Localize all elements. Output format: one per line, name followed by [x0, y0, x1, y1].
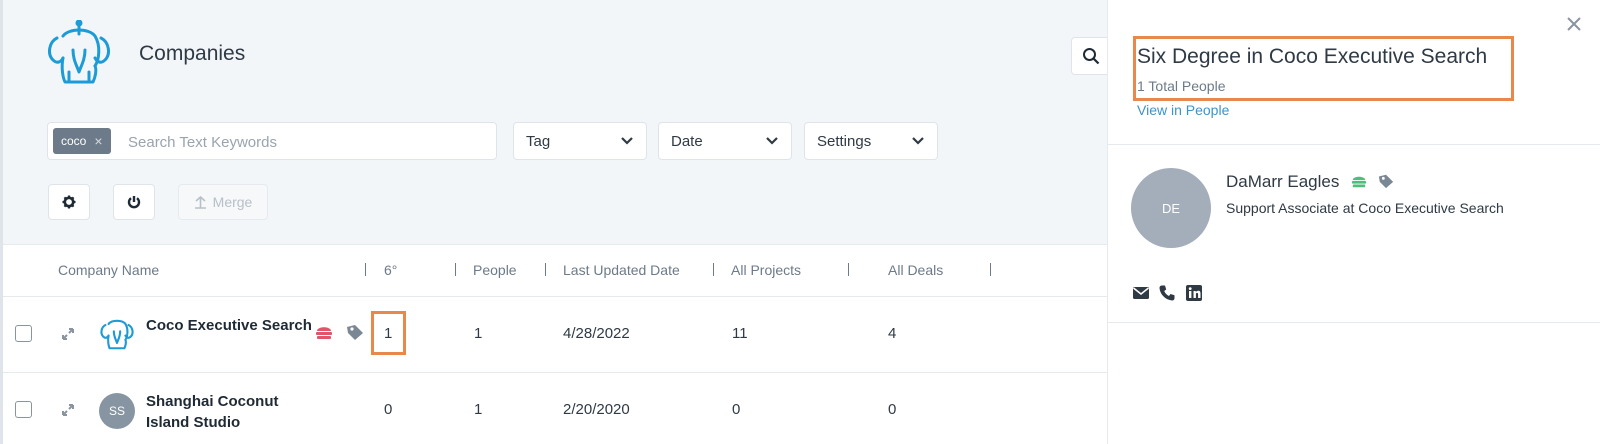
chevron-down-icon	[621, 137, 633, 145]
view-in-people-link[interactable]: View in People	[1137, 102, 1229, 118]
person-name[interactable]: DaMarr Eagles	[1226, 172, 1395, 192]
company-name[interactable]: Shanghai Coconut Island Studio	[146, 391, 316, 433]
merge-label: Merge	[212, 194, 253, 210]
merge-icon	[194, 195, 206, 209]
tag-dropdown-label: Tag	[526, 132, 551, 150]
pipeline-badge-icon[interactable]	[314, 323, 334, 341]
linkedin-icon[interactable]	[1185, 284, 1203, 302]
settings-dropdown-label: Settings	[817, 132, 872, 150]
highlight-box	[1133, 36, 1514, 101]
projects-value: 11	[732, 325, 748, 342]
deals-value: 0	[888, 401, 897, 418]
power-button[interactable]	[113, 184, 155, 220]
column-divider	[990, 263, 991, 276]
col-last-updated[interactable]: Last Updated Date	[563, 262, 680, 278]
filter-chip[interactable]: coco ×	[53, 128, 111, 154]
avatar: DE	[1131, 168, 1211, 248]
tag-dropdown[interactable]: Tag	[513, 122, 647, 160]
six-degree-panel: Six Degree in Coco Executive Search 1 To…	[1107, 0, 1600, 444]
people-value: 1	[474, 325, 483, 342]
expand-icon[interactable]	[61, 403, 75, 417]
phone-icon[interactable]	[1158, 284, 1176, 302]
table-row[interactable]: SS Shanghai Coconut Island Studio 0 1 2/…	[3, 373, 1110, 444]
chip-remove-icon[interactable]: ×	[94, 133, 102, 149]
merge-button[interactable]: Merge	[178, 184, 268, 220]
row-checkbox[interactable]	[15, 325, 32, 342]
last-updated-value: 2/20/2020	[563, 401, 630, 418]
avatar: SS	[99, 393, 135, 429]
gear-icon	[62, 195, 76, 209]
email-icon[interactable]	[1132, 284, 1150, 302]
search-input[interactable]	[128, 129, 488, 155]
col-company-name[interactable]: Company Name	[58, 262, 159, 278]
person-job-title: Support Associate at Coco Executive Sear…	[1226, 200, 1504, 216]
column-divider	[365, 263, 366, 276]
person-name-text: DaMarr Eagles	[1226, 172, 1340, 191]
chevron-down-icon	[912, 137, 924, 145]
column-divider	[545, 263, 546, 276]
divider	[1108, 322, 1600, 323]
column-divider	[713, 263, 714, 276]
companies-main: Companies coco × Tag Date Settings Merge	[0, 0, 1111, 444]
search-icon	[1083, 48, 1100, 65]
six-degree-value[interactable]: 0	[384, 401, 392, 418]
divider	[1108, 144, 1600, 145]
tag-icon[interactable]	[1377, 173, 1395, 189]
company-logo-icon	[100, 319, 134, 350]
expand-icon[interactable]	[61, 327, 75, 341]
filter-chip-label: coco	[61, 134, 87, 148]
settings-button[interactable]	[48, 184, 90, 220]
deals-value: 4	[888, 325, 897, 342]
close-icon[interactable]	[1563, 13, 1585, 35]
page-title: Companies	[139, 42, 246, 65]
settings-dropdown[interactable]: Settings	[804, 122, 938, 160]
column-divider	[848, 263, 849, 276]
table-row[interactable]: Coco Executive Search 1 1 4/28/2022 11 4	[3, 297, 1110, 373]
people-value: 1	[474, 401, 483, 418]
keyword-search-box[interactable]: coco ×	[47, 122, 497, 160]
chevron-down-icon	[766, 137, 778, 145]
power-icon	[127, 196, 141, 209]
last-updated-value: 4/28/2022	[563, 325, 630, 342]
companies-table: Company Name 6° People Last Updated Date…	[3, 244, 1110, 444]
column-divider	[455, 263, 456, 276]
search-toggle-button[interactable]	[1071, 37, 1111, 75]
col-all-deals[interactable]: All Deals	[888, 262, 943, 278]
col-six-degree[interactable]: 6°	[384, 262, 397, 278]
six-degree-value[interactable]: 1	[384, 325, 392, 342]
tag-icon[interactable]	[345, 323, 365, 341]
date-dropdown[interactable]: Date	[658, 122, 792, 160]
date-dropdown-label: Date	[671, 132, 703, 150]
table-header: Company Name 6° People Last Updated Date…	[3, 245, 1110, 297]
col-people[interactable]: People	[473, 262, 517, 278]
col-all-projects[interactable]: All Projects	[731, 262, 801, 278]
projects-value: 0	[732, 401, 741, 418]
company-name[interactable]: Coco Executive Search	[146, 315, 316, 336]
company-logo-icon	[48, 20, 110, 84]
pipeline-badge-icon[interactable]	[1350, 173, 1368, 189]
row-checkbox[interactable]	[15, 401, 32, 418]
